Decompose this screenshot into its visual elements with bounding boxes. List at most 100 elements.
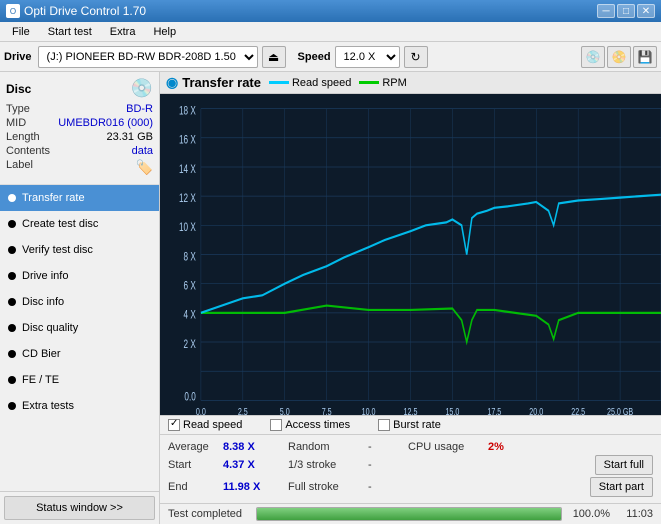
titlebar-left: O Opti Drive Control 1.70 [6, 4, 146, 18]
menu-file[interactable]: File [4, 24, 38, 40]
toolbar-right-btns: 💿 📀 💾 [581, 46, 657, 68]
legend-rpm: RPM [359, 77, 406, 89]
average-row: Average 8.38 X Random - CPU usage 2% [168, 441, 653, 453]
burst-rate-checkbox-label: Burst rate [393, 419, 441, 431]
nav-dot [8, 246, 16, 254]
nav-label-create-test-disc: Create test disc [22, 218, 98, 230]
nav-label-verify-test-disc: Verify test disc [22, 244, 93, 256]
svg-text:18 X: 18 X [179, 105, 196, 118]
progress-section: Test completed 100.0% 11:03 [160, 503, 661, 524]
refresh-button[interactable]: ↻ [404, 46, 428, 68]
disc-label-label: Label [6, 159, 33, 176]
nav-item-drive-info[interactable]: Drive info [0, 263, 159, 289]
nav-dot [8, 298, 16, 306]
chart-header: ◉ Transfer rate Read speed RPM [160, 72, 661, 94]
nav-dot [8, 376, 16, 384]
contents-label: Contents [6, 145, 50, 157]
progress-bar-wrap [256, 507, 562, 521]
stats-section: Average 8.38 X Random - CPU usage 2% Sta… [160, 434, 661, 503]
save-button[interactable]: 💾 [633, 46, 657, 68]
svg-text:15.0: 15.0 [445, 406, 459, 415]
legend-read-speed: Read speed [269, 77, 351, 89]
read-speed-checkbox-label: Read speed [183, 419, 242, 431]
drive-label: Drive [4, 51, 32, 63]
nav-item-transfer-rate[interactable]: Transfer rate [0, 185, 159, 211]
menu-extra[interactable]: Extra [102, 24, 144, 40]
main-layout: Disc 💿 Type BD-R MID UMEBDR016 (000) Len… [0, 72, 661, 524]
nav-section: Transfer rate Create test disc Verify te… [0, 185, 159, 491]
speed-label: Speed [298, 51, 331, 63]
access-times-checkbox[interactable] [270, 419, 282, 431]
nav-item-cd-bier[interactable]: CD Bier [0, 341, 159, 367]
mid-label: MID [6, 117, 26, 129]
svg-text:7.5: 7.5 [322, 406, 332, 415]
nav-item-verify-test-disc[interactable]: Verify test disc [0, 237, 159, 263]
svg-text:5.0: 5.0 [280, 406, 290, 415]
drive-select[interactable]: (J:) PIONEER BD-RW BDR-208D 1.50 [38, 46, 258, 68]
nav-label-transfer-rate: Transfer rate [22, 192, 85, 204]
nav-dot [8, 220, 16, 228]
cpu-label: CPU usage [408, 441, 488, 453]
speed-select[interactable]: 12.0 X ↓ 8.0 X ↓ 4.0 X ↓ [335, 46, 400, 68]
window-controls: ─ □ ✕ [597, 4, 655, 18]
start-value: 4.37 X [223, 459, 278, 471]
nav-dot [8, 350, 16, 358]
disc-panel: Disc 💿 Type BD-R MID UMEBDR016 (000) Len… [0, 72, 159, 185]
random-value: - [368, 441, 398, 453]
svg-text:10 X: 10 X [179, 222, 196, 235]
chart-area: 18 X 16 X 14 X 12 X 10 X 8 X 6 X 4 X 2 X… [160, 94, 661, 415]
average-label: Average [168, 441, 223, 453]
eject-button[interactable]: ⏏ [262, 46, 286, 68]
disc-icon: 💿 [131, 78, 153, 99]
maximize-button[interactable]: □ [617, 4, 635, 18]
nav-item-disc-quality[interactable]: Disc quality [0, 315, 159, 341]
cpu-value: 2% [488, 441, 543, 453]
nav-item-disc-info[interactable]: Disc info [0, 289, 159, 315]
checkbox-burst-rate[interactable]: Burst rate [378, 419, 441, 431]
checkboxes-row: Read speed Access times Burst rate [160, 415, 661, 434]
type-value: BD-R [126, 103, 153, 115]
nav-label-disc-quality: Disc quality [22, 322, 78, 334]
burst-rate-checkbox[interactable] [378, 419, 390, 431]
legend-color-read [269, 81, 289, 84]
nav-dot [8, 402, 16, 410]
minimize-button[interactable]: ─ [597, 4, 615, 18]
progress-bar-fill [257, 508, 561, 520]
svg-text:10.0: 10.0 [362, 406, 376, 415]
disc-btn-2[interactable]: 📀 [607, 46, 631, 68]
end-label: End [168, 481, 223, 493]
checkbox-access-times[interactable]: Access times [270, 419, 350, 431]
disc-btn-1[interactable]: 💿 [581, 46, 605, 68]
stroke13-value: - [368, 459, 398, 471]
svg-text:12.5: 12.5 [404, 406, 418, 415]
disc-title: Disc [6, 82, 31, 96]
menu-help[interactable]: Help [145, 24, 184, 40]
legend-color-rpm [359, 81, 379, 84]
nav-item-fe-te[interactable]: FE / TE [0, 367, 159, 393]
svg-text:22.5: 22.5 [571, 406, 585, 415]
nav-label-cd-bier: CD Bier [22, 348, 61, 360]
svg-text:20.0: 20.0 [529, 406, 543, 415]
mid-value: UMEBDR016 (000) [58, 117, 153, 129]
checkbox-read-speed[interactable]: Read speed [168, 419, 242, 431]
read-speed-checkbox[interactable] [168, 419, 180, 431]
full-stroke-label: Full stroke [288, 481, 368, 493]
length-label: Length [6, 131, 40, 143]
nav-item-create-test-disc[interactable]: Create test disc [0, 211, 159, 237]
close-button[interactable]: ✕ [637, 4, 655, 18]
svg-text:25.0 GB: 25.0 GB [607, 406, 633, 415]
status-section: Status window >> [0, 491, 159, 524]
svg-text:4 X: 4 X [184, 309, 196, 322]
full-stroke-value: - [368, 481, 398, 493]
start-part-button[interactable]: Start part [590, 477, 653, 497]
drive-toolbar: Drive (J:) PIONEER BD-RW BDR-208D 1.50 ⏏… [0, 42, 661, 72]
svg-text:12 X: 12 X [179, 193, 196, 206]
titlebar: O Opti Drive Control 1.70 ─ □ ✕ [0, 0, 661, 22]
menubar: File Start test Extra Help [0, 22, 661, 42]
nav-item-extra-tests[interactable]: Extra tests [0, 393, 159, 419]
end-value: 11.98 X [223, 481, 278, 493]
menu-start-test[interactable]: Start test [40, 24, 100, 40]
start-full-button[interactable]: Start full [595, 455, 653, 475]
app-icon: O [6, 4, 20, 18]
status-window-button[interactable]: Status window >> [4, 496, 155, 520]
